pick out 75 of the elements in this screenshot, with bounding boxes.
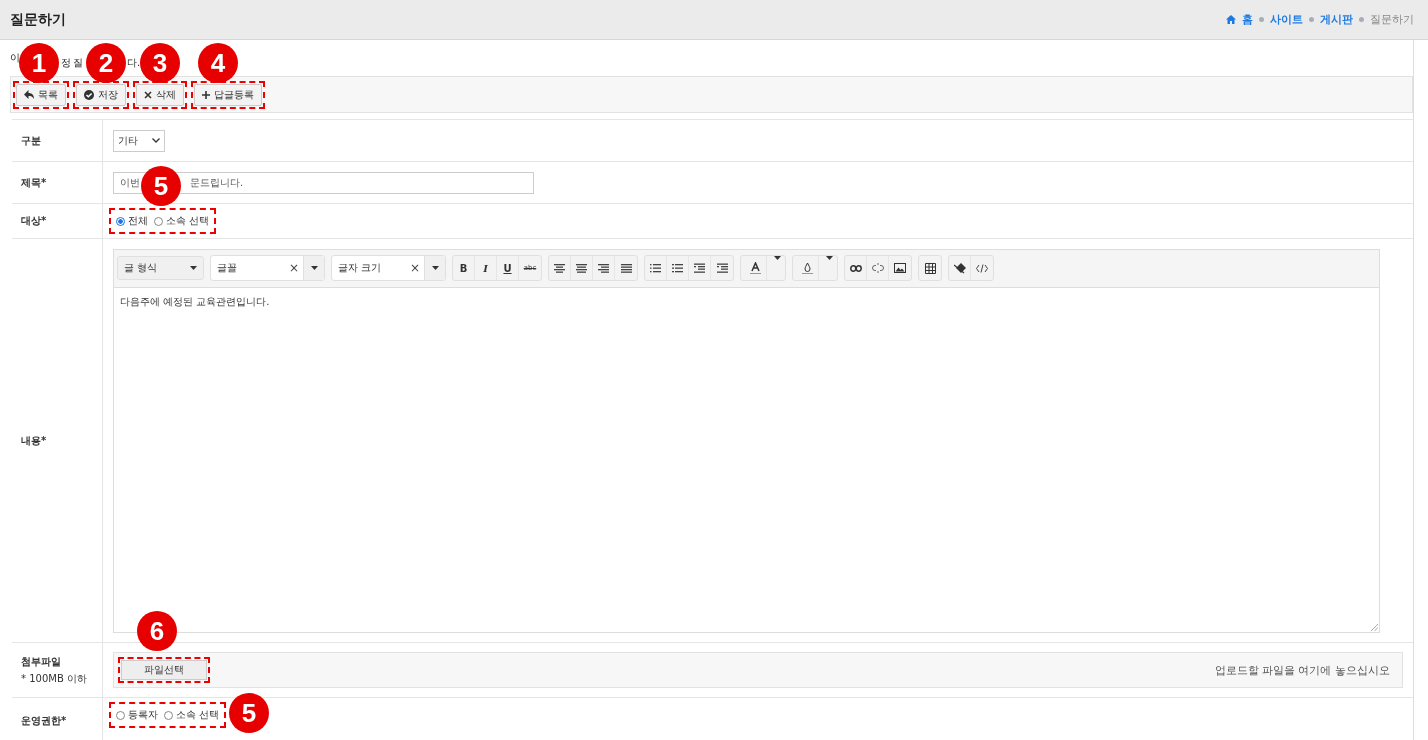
field-label: 운영권한*: [21, 714, 68, 728]
caret-icon: [431, 266, 439, 270]
radio-label: 소속 선택: [176, 708, 220, 722]
format-button[interactable]: B: [453, 256, 475, 280]
format-button[interactable]: U: [497, 256, 519, 280]
code-icon: [976, 263, 988, 273]
text-color-icon: [749, 262, 761, 274]
editor-dropdown[interactable]: 글 형식: [117, 256, 204, 280]
subtitle-text: 정 질: [61, 56, 83, 70]
table-icon: [924, 262, 936, 274]
breadcrumb-link[interactable]: 게시판: [1320, 12, 1353, 27]
step-number-badge: 6: [137, 611, 177, 651]
radio-label: 등록자: [128, 708, 158, 722]
field-label: 제목*: [21, 175, 48, 190]
toolbar-button[interactable]: 저장: [76, 83, 126, 106]
numbered-list-icon: [672, 263, 683, 273]
field-label: 내용*: [21, 433, 48, 448]
close-icon: [144, 90, 152, 99]
indent-icon: [694, 263, 705, 273]
fill-drop-icon: [801, 262, 813, 274]
drop-hint: 업로드할 파일을 여기에 놓으십시오: [1214, 662, 1390, 678]
justify-icon: [620, 263, 632, 273]
plus-icon: [202, 90, 210, 99]
separator-dot-icon: [1309, 17, 1314, 22]
file-select-button[interactable]: 파일선택: [121, 660, 207, 680]
caret-icon: [310, 266, 318, 270]
unlink-icon: [871, 263, 884, 273]
link-icon: [849, 264, 862, 272]
separator-dot-icon: [1259, 17, 1264, 22]
breadcrumb-link[interactable]: 사이트: [1270, 12, 1303, 27]
file-drop-zone[interactable]: 파일선택 업로드할 파일을 여기에 놓으십시오: [113, 652, 1403, 688]
page-title: 질문하기: [10, 10, 66, 29]
step-number-badge: 1: [19, 43, 59, 83]
chevron-down-icon: [152, 138, 160, 143]
radio-button[interactable]: [116, 216, 125, 226]
step-number-badge: 3: [140, 43, 180, 83]
reply-arrow-icon: [24, 90, 34, 99]
field-label: 대상*: [21, 214, 48, 228]
field-label: 첨부파일: [21, 654, 62, 669]
outdent-icon: [716, 263, 728, 273]
field-label: 구분: [21, 133, 42, 148]
caret-icon: [826, 256, 834, 260]
step-number-badge: 2: [86, 43, 126, 83]
caret-icon: [190, 266, 197, 270]
caret-icon: [774, 256, 782, 260]
breadcrumb-link[interactable]: 홈: [1242, 12, 1253, 27]
subtitle-text: 다.: [127, 56, 141, 70]
radio-button[interactable]: [164, 710, 173, 720]
eraser-icon: [953, 262, 966, 274]
radio-label: 소속 선택: [166, 214, 210, 228]
step-number-badge: 5: [229, 693, 269, 733]
editor-dropdown[interactable]: 글꼴 ×: [210, 255, 325, 281]
radio-button[interactable]: [116, 710, 125, 720]
format-button[interactable]: I: [475, 256, 497, 280]
toolbar-button[interactable]: 삭제: [136, 83, 184, 106]
align-center-icon: [576, 263, 587, 273]
align-left-icon: [554, 263, 565, 273]
toolbar-button[interactable]: 목록: [16, 83, 66, 106]
editor-text: 다음주에 예정된 교육관련입니다.: [120, 295, 270, 307]
step-number-badge: 4: [198, 43, 238, 83]
check-circle-icon: [84, 89, 94, 100]
editor-dropdown[interactable]: 글자 크기 ×: [331, 255, 446, 281]
radio-label: 전체: [128, 214, 148, 228]
image-icon: [894, 263, 906, 273]
subtitle-text: 이: [10, 51, 20, 65]
resize-grip-icon: [1371, 623, 1378, 631]
toolbar-button[interactable]: 답글등록: [194, 83, 262, 106]
radio-button[interactable]: [154, 216, 163, 226]
size-note: * 100MB 이하: [21, 671, 88, 686]
bullet-list-icon: [650, 263, 661, 273]
step-number-badge: 5: [141, 166, 181, 206]
align-right-icon: [598, 263, 609, 273]
category-select[interactable]: 기타: [113, 129, 165, 152]
home-icon: [1226, 15, 1236, 24]
separator-dot-icon: [1359, 17, 1364, 22]
